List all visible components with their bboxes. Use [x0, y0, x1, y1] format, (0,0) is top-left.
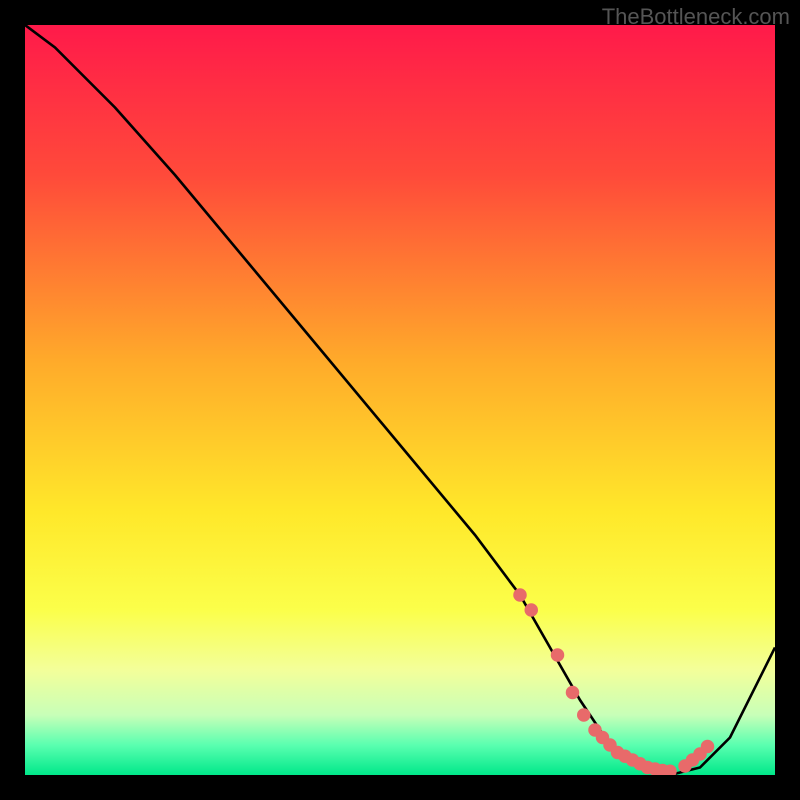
marker-point — [551, 648, 565, 662]
chart-svg — [25, 25, 775, 775]
marker-point — [577, 708, 591, 722]
plot-area — [25, 25, 775, 775]
marker-group — [513, 588, 714, 775]
marker-point — [701, 740, 715, 754]
marker-point — [525, 603, 539, 617]
marker-point — [513, 588, 527, 602]
bottleneck-curve-path — [25, 25, 775, 775]
marker-point — [566, 686, 580, 700]
watermark-text: TheBottleneck.com — [602, 4, 790, 30]
